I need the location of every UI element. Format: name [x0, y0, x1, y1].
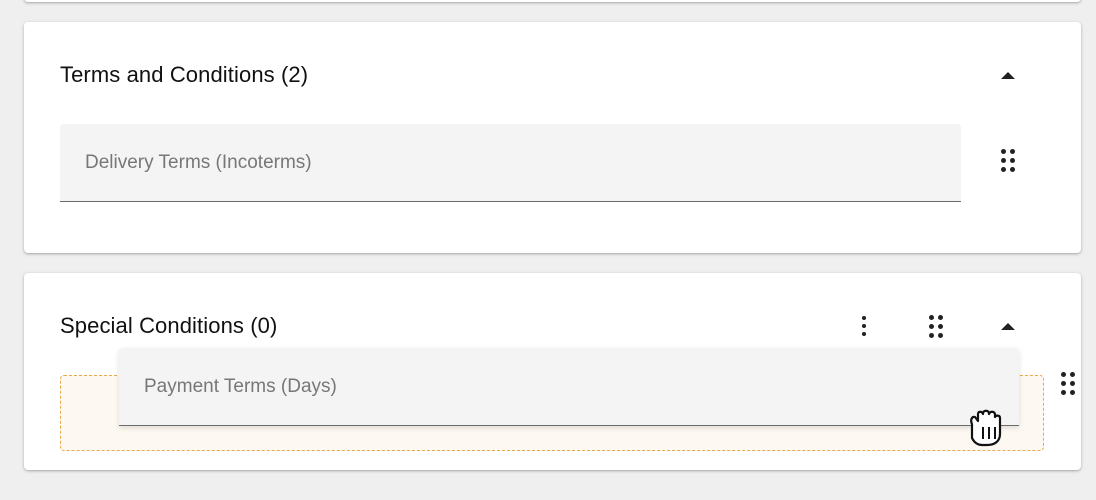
terms-section-title: Terms and Conditions (2) — [60, 62, 309, 87]
delivery-terms-field[interactable]: Delivery Terms (Incoterms) — [60, 124, 961, 202]
payment-terms-field-dragging[interactable]: Payment Terms (Days) — [119, 348, 1019, 426]
special-collapse-button[interactable] — [992, 310, 1024, 342]
payment-terms-label: Payment Terms (Days) — [144, 375, 337, 397]
caret-up-icon — [1001, 322, 1015, 330]
delivery-terms-label: Delivery Terms (Incoterms) — [85, 151, 312, 173]
drag-handle-icon — [1061, 371, 1075, 395]
terms-section-card: Terms and Conditions (2) Delivery Terms … — [24, 22, 1081, 253]
drag-handle-icon — [929, 314, 943, 338]
caret-up-icon — [1001, 71, 1015, 79]
special-more-button[interactable] — [848, 310, 880, 342]
dragged-item-drag-handle[interactable] — [1052, 367, 1084, 399]
special-drag-handle[interactable] — [920, 310, 952, 342]
grab-hand-cursor-icon — [970, 409, 1002, 447]
special-section-title: Special Conditions (0) — [60, 313, 278, 338]
previous-section-card — [24, 0, 1081, 2]
drag-handle-icon — [1001, 148, 1015, 172]
delivery-terms-drag-handle[interactable] — [992, 144, 1024, 176]
terms-collapse-button[interactable] — [992, 59, 1024, 91]
more-vert-icon — [862, 316, 866, 336]
